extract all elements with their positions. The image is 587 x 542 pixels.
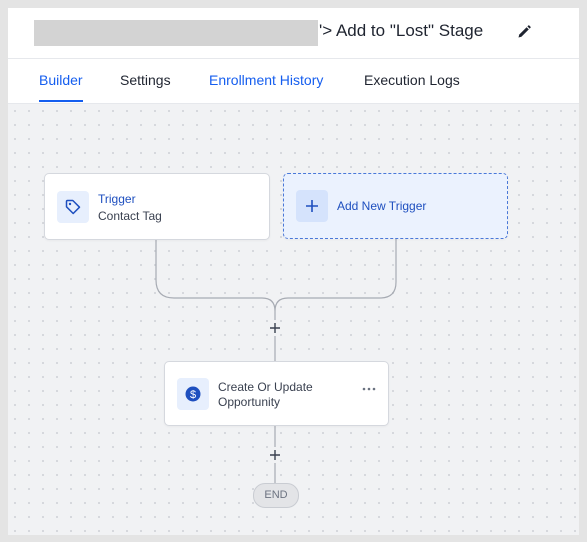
connector-lines — [155, 237, 397, 483]
tab-settings[interactable]: Settings — [120, 72, 171, 88]
workflow-title: '> Add to "Lost" Stage — [319, 21, 484, 40]
svg-text:$: $ — [190, 389, 196, 401]
add-step-button[interactable] — [268, 321, 282, 335]
tab-bar: Builder Settings Enrollment History Exec… — [8, 59, 579, 104]
action-icon-box: $ — [177, 378, 209, 410]
tab-builder[interactable]: Builder — [39, 72, 83, 102]
add-trigger-icon-box — [296, 190, 328, 222]
trigger-icon-box — [57, 191, 89, 223]
pencil-icon[interactable] — [516, 24, 532, 40]
trigger-node[interactable]: Trigger Contact Tag — [44, 173, 270, 240]
tab-execution-logs-label: Execution Logs — [364, 72, 460, 88]
tag-icon — [65, 199, 81, 215]
header: '> Add to "Lost" Stage — [8, 8, 579, 59]
dollar-icon: $ — [185, 386, 201, 402]
workflow-canvas[interactable]: Trigger Contact Tag Add New Trigger $ Cr… — [8, 104, 579, 535]
plus-icon — [270, 450, 280, 460]
add-step-button[interactable] — [268, 448, 282, 462]
tab-enrollment-history-label: Enrollment History — [209, 72, 324, 88]
plus-icon — [270, 323, 280, 333]
redacted-workflow-name — [34, 20, 318, 46]
action-label: Create Or Update Opportunity — [218, 380, 313, 409]
more-options-icon[interactable] — [362, 387, 376, 391]
add-new-trigger-button[interactable]: Add New Trigger — [283, 173, 508, 239]
workflow-builder-panel: '> Add to "Lost" Stage Builder Settings … — [8, 8, 579, 535]
active-tab-indicator — [39, 100, 83, 102]
tab-settings-label: Settings — [120, 72, 171, 88]
tab-enrollment-history[interactable]: Enrollment History — [209, 72, 323, 88]
trigger-title: Trigger — [98, 192, 136, 206]
add-new-trigger-label: Add New Trigger — [337, 199, 427, 213]
end-marker: END — [253, 483, 299, 508]
plus-icon — [306, 200, 318, 212]
trigger-subtitle: Contact Tag — [98, 209, 162, 223]
tab-builder-label: Builder — [39, 72, 83, 88]
action-node-create-or-update-opportunity[interactable]: $ Create Or Update Opportunity — [164, 361, 389, 426]
tab-execution-logs[interactable]: Execution Logs — [364, 72, 460, 88]
